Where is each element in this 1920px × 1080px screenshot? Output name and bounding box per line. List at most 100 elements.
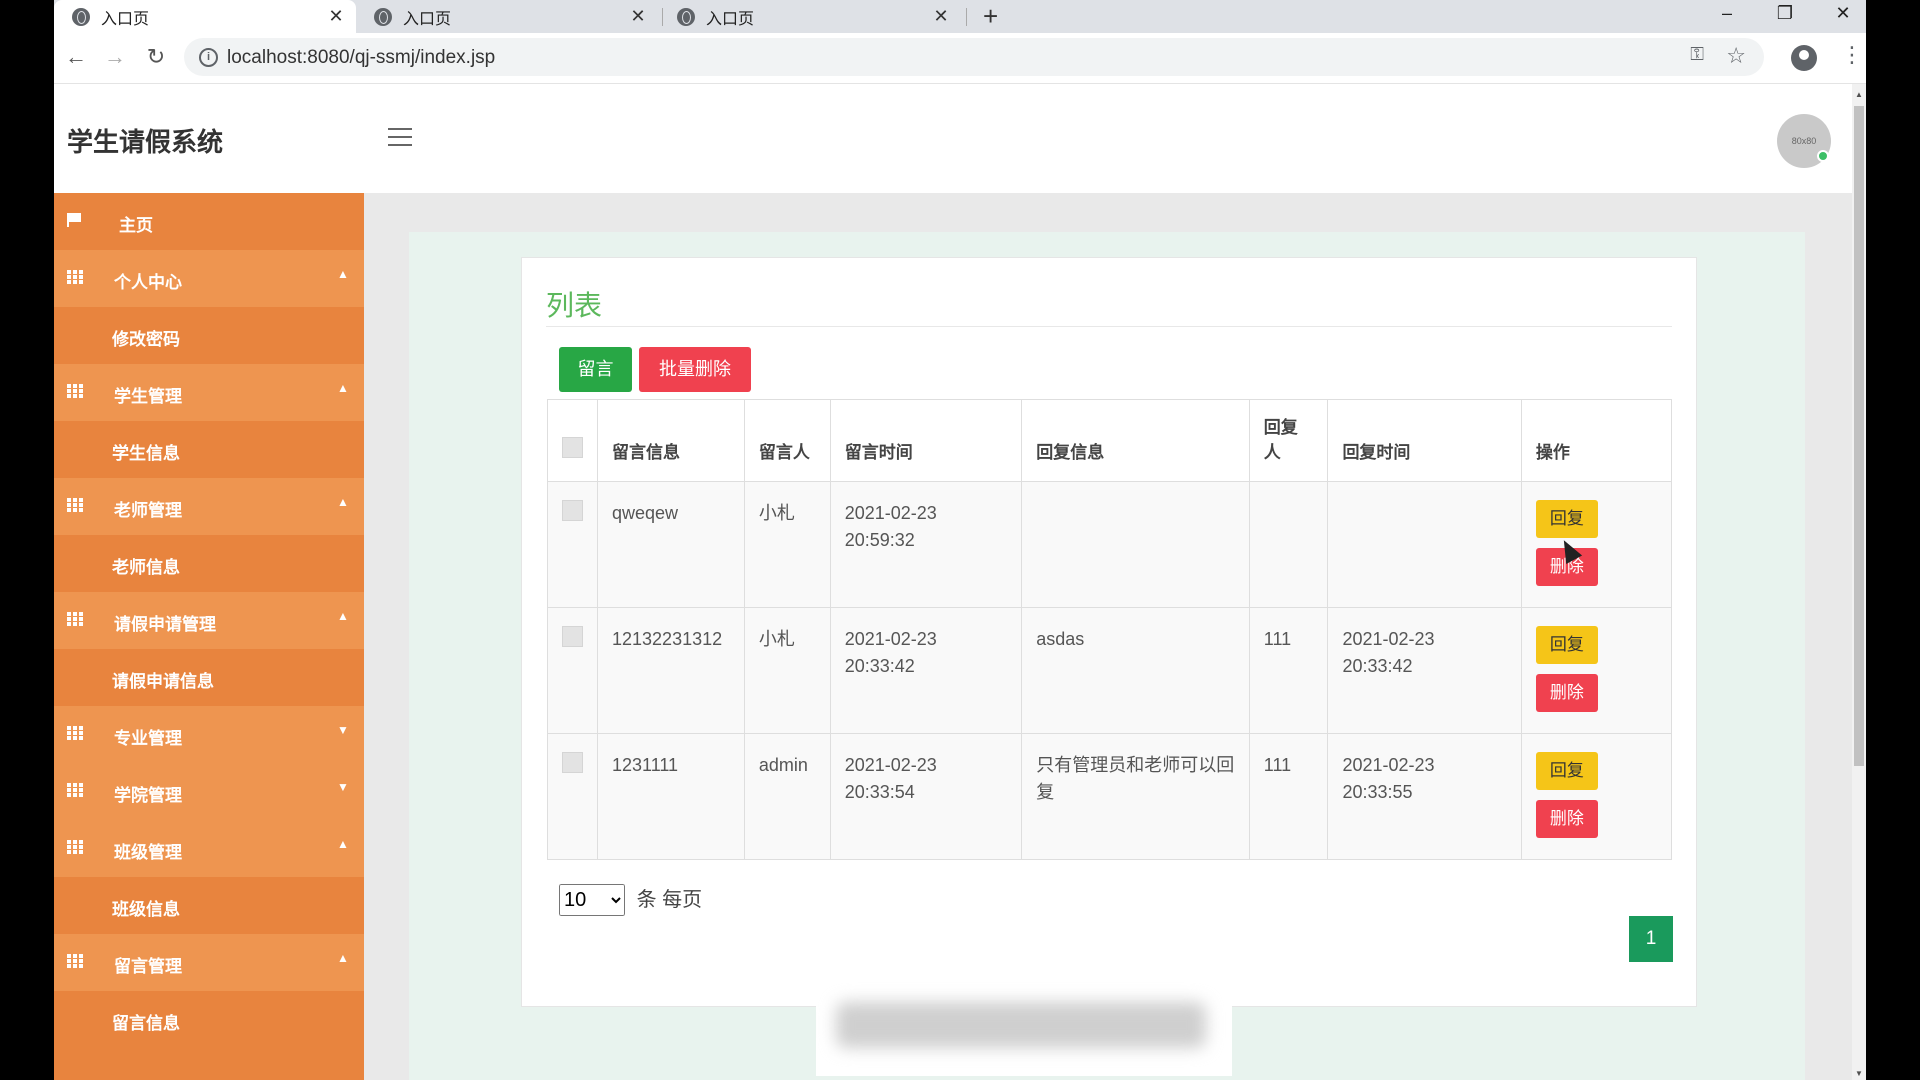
time-cell: 2021-02-23 20:59:32 <box>829 481 1023 608</box>
sidebar-item-label: 留言管理 <box>114 957 182 976</box>
globe-icon <box>374 7 392 26</box>
sidebar-item-class-info[interactable]: 班级信息 <box>54 877 364 934</box>
info-icon[interactable]: i <box>199 48 218 67</box>
url-text[interactable]: localhost:8080/qj-ssmj/index.jsp <box>227 47 495 69</box>
sidebar-item-message-info[interactable]: 留言信息 <box>54 991 364 1048</box>
table-row: 12132231312 小札 2021-02-23 20:33:42 asdas… <box>547 607 1673 734</box>
row-select-cell <box>547 607 598 734</box>
column-header: 操作 <box>1520 399 1673 482</box>
replier-cell: 111 <box>1248 733 1329 860</box>
column-header: 留言人 <box>743 399 831 482</box>
browser-toolbar: ← → ↻ i localhost:8080/qj-ssmj/index.jsp… <box>54 33 1866 84</box>
batch-delete-button[interactable]: 批量删除 <box>639 347 751 392</box>
browser-menu-icon[interactable]: ⋮ <box>1841 42 1863 68</box>
reply-time-cell: 2021-02-23 20:33:55 <box>1327 733 1522 860</box>
restore-button[interactable]: ❐ <box>1765 0 1805 28</box>
sidebar-item-label: 班级信息 <box>112 900 180 919</box>
page-size-suffix: 条 每页 <box>636 889 703 911</box>
reply-button[interactable]: 回复 <box>1535 500 1598 538</box>
delete-button[interactable]: 删除 <box>1535 800 1598 838</box>
sidebar-group-class-management[interactable]: 班级管理 ▲ <box>54 820 364 877</box>
avatar[interactable]: 80x80 <box>1777 114 1831 168</box>
sidebar-item-label: 老师管理 <box>114 501 182 520</box>
app-header: 学生请假系统 80x80 <box>54 84 1852 193</box>
sidebar-item-leave-info[interactable]: 请假申请信息 <box>54 649 364 706</box>
row-checkbox[interactable] <box>562 626 583 647</box>
actions-cell: 回复 删除 <box>1520 733 1673 860</box>
minimize-button[interactable]: – <box>1707 0 1747 28</box>
sidebar: 主页 个人中心 ▲ 修改密码 学生管理 ▲ 学生信息 老师管理 ▲ 老师信息 请… <box>54 193 364 1080</box>
sidebar-group-college-management[interactable]: 学院管理 ▼ <box>54 763 364 820</box>
caret-up-icon: ▲ <box>337 609 349 623</box>
sidebar-group-major-management[interactable]: 专业管理 ▼ <box>54 706 364 763</box>
caret-down-icon: ▼ <box>337 723 349 737</box>
sidebar-item-teacher-info[interactable]: 老师信息 <box>54 535 364 592</box>
message-cell: 12132231312 <box>597 607 745 734</box>
reload-button[interactable]: ↻ <box>142 44 170 70</box>
table-header-row: 留言信息 留言人 留言时间 回复信息 回复人 回复时间 操作 <box>547 399 1673 482</box>
sidebar-item-student-info[interactable]: 学生信息 <box>54 421 364 478</box>
grid-icon <box>67 783 83 797</box>
time-cell: 2021-02-23 20:33:54 <box>829 733 1023 860</box>
sidebar-item-home[interactable]: 主页 <box>54 193 364 250</box>
profile-icon[interactable] <box>1791 45 1817 71</box>
close-window-button[interactable]: ✕ <box>1823 0 1863 28</box>
sidebar-item-label: 学生管理 <box>114 387 182 406</box>
new-tab-button[interactable]: + <box>983 0 998 33</box>
page-size-select[interactable]: 10 <box>559 884 625 916</box>
select-all-checkbox[interactable] <box>562 437 583 458</box>
browser-tab-1[interactable]: 入口页 ✕ <box>54 0 356 33</box>
menu-toggle-icon[interactable] <box>388 128 412 152</box>
forward-button[interactable]: → <box>101 44 129 70</box>
sidebar-item-change-password[interactable]: 修改密码 <box>54 307 364 364</box>
browser-tab-3[interactable]: 入口页 ✕ <box>659 0 961 33</box>
actions-cell: 回复 删除 <box>1520 481 1673 608</box>
sidebar-item-label: 学生信息 <box>112 444 180 463</box>
column-header: 回复时间 <box>1327 399 1522 482</box>
row-checkbox[interactable] <box>562 752 583 773</box>
back-button[interactable]: ← <box>62 44 90 70</box>
close-tab-icon[interactable]: ✕ <box>626 6 650 27</box>
author-cell: 小札 <box>743 607 831 734</box>
close-tab-icon[interactable]: ✕ <box>324 6 348 27</box>
table-row: 1231111 admin 2021-02-23 20:33:54 只有管理员和… <box>547 733 1673 860</box>
page-scrollbar[interactable]: ▲ ▼ <box>1852 84 1866 1080</box>
row-checkbox[interactable] <box>562 500 583 521</box>
sidebar-group-teacher-management[interactable]: 老师管理 ▲ <box>54 478 364 535</box>
bookmark-star-icon[interactable]: ☆ <box>1726 43 1746 69</box>
reply-cell: asdas <box>1021 607 1250 734</box>
delete-button[interactable]: 删除 <box>1535 674 1598 712</box>
scroll-up-arrow[interactable]: ▲ <box>1855 90 1863 99</box>
column-header: 留言时间 <box>829 399 1023 482</box>
sidebar-group-leave-management[interactable]: 请假申请管理 ▲ <box>54 592 364 649</box>
column-header: 留言信息 <box>597 399 745 482</box>
tab-label: 入口页 <box>706 10 755 28</box>
sidebar-item-label: 主页 <box>119 216 153 235</box>
sidebar-group-student-management[interactable]: 学生管理 ▲ <box>54 364 364 421</box>
grid-icon <box>67 384 83 398</box>
column-header: 回复人 <box>1248 399 1329 482</box>
reply-button[interactable]: 回复 <box>1535 626 1598 664</box>
sidebar-item-label: 修改密码 <box>112 330 180 349</box>
reply-button[interactable]: 回复 <box>1535 752 1598 790</box>
key-icon[interactable]: ⚿ <box>1690 44 1704 65</box>
divider <box>546 326 1672 327</box>
page-number-button[interactable]: 1 <box>1629 916 1673 962</box>
address-bar[interactable]: i localhost:8080/qj-ssmj/index.jsp ⚿ ☆ <box>184 38 1764 76</box>
message-cell: 1231111 <box>597 733 745 860</box>
sidebar-group-message-management[interactable]: 留言管理 ▲ <box>54 934 364 991</box>
add-message-button[interactable]: 留言 <box>559 347 632 392</box>
browser-tab-2[interactable]: 入口页 ✕ <box>356 0 658 33</box>
scroll-down-arrow[interactable]: ▼ <box>1855 1069 1863 1078</box>
grid-icon <box>67 270 83 284</box>
browser-window: 入口页 ✕ 入口页 ✕ 入口页 ✕ + – ❐ ✕ ← → ↻ i localh… <box>54 0 1866 1080</box>
sidebar-group-personal-center[interactable]: 个人中心 ▲ <box>54 250 364 307</box>
scrollbar-thumb[interactable] <box>1854 106 1864 766</box>
card-title: 列表 <box>546 290 603 321</box>
close-tab-icon[interactable]: ✕ <box>929 6 953 27</box>
author-cell: 小札 <box>743 481 831 608</box>
tab-separator <box>966 8 967 26</box>
sidebar-item-label: 请假申请管理 <box>114 615 216 634</box>
table-row: qweqew 小札 2021-02-23 20:59:32 回复 删除 <box>547 481 1673 608</box>
sidebar-item-label: 留言信息 <box>112 1014 180 1033</box>
